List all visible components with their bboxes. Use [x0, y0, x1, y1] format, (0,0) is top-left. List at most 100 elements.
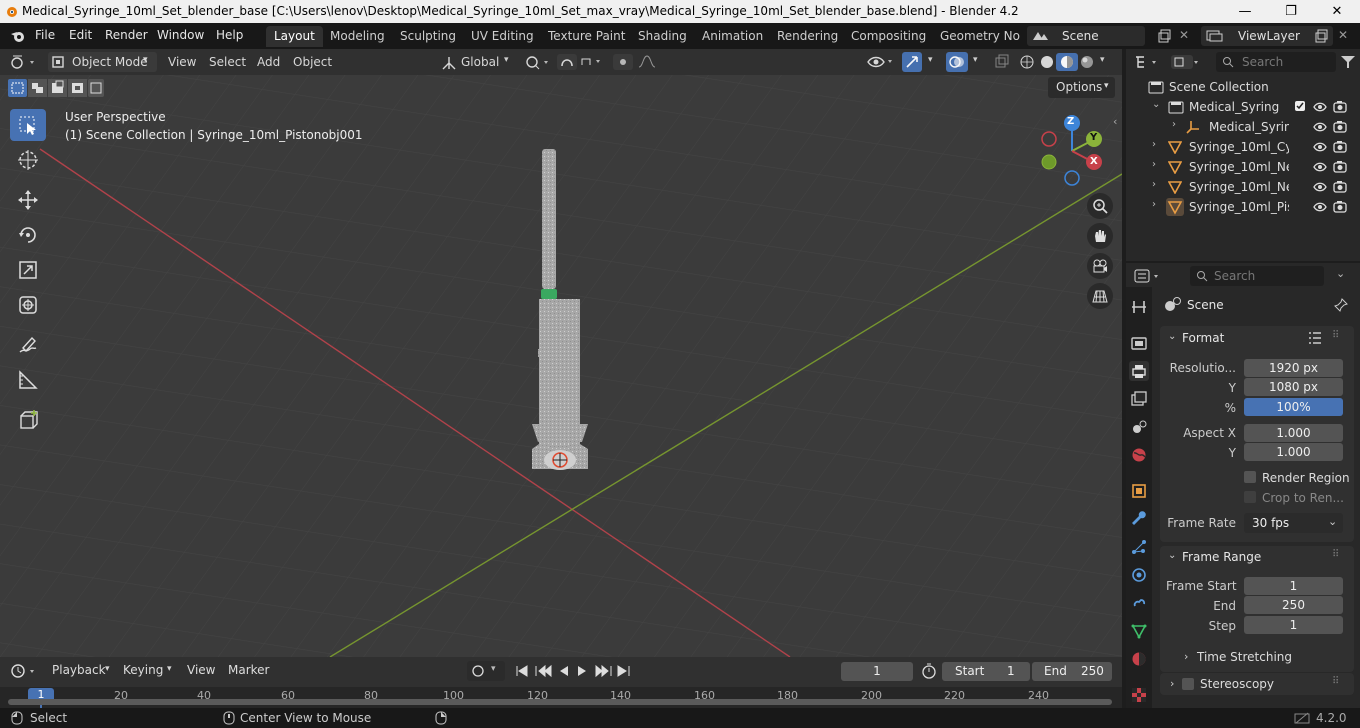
properties-editor-icon[interactable] — [1134, 268, 1164, 284]
tab-material[interactable] — [1129, 649, 1149, 669]
timeline-ruler[interactable]: 1 20 40 60 80 100 120 140 160 180 200 22… — [0, 687, 1122, 708]
resolution-y-field[interactable]: 1080 px — [1244, 378, 1343, 396]
new-view-layer-icon[interactable] — [1314, 29, 1328, 43]
tab-world[interactable] — [1129, 445, 1149, 465]
pan-button[interactable] — [1087, 223, 1113, 249]
outliner-row-scene-collection[interactable]: Scene Collection — [1126, 77, 1360, 97]
scale-tool[interactable] — [10, 254, 46, 286]
menu-edit[interactable]: Edit — [69, 28, 92, 42]
pin-icon[interactable] — [1334, 298, 1348, 312]
sidebar-toggle-icon[interactable]: ‹ — [1113, 115, 1117, 128]
menu-render[interactable]: Render — [105, 28, 148, 42]
eye-icon[interactable] — [1313, 201, 1327, 213]
zoom-button[interactable] — [1087, 193, 1113, 219]
menu-marker[interactable]: Marker — [222, 660, 275, 680]
playback-controls[interactable] — [514, 662, 634, 680]
auto-keying-toggle[interactable]: ▾ — [467, 661, 505, 681]
frame-start-field[interactable]: 1 — [1244, 577, 1343, 595]
cursor-tool[interactable] — [10, 144, 46, 176]
frame-range-header[interactable]: ⌄ Frame Range ⠿ — [1160, 546, 1354, 568]
outliner-row-collection[interactable]: ⌄ Medical_Syringe_1( — [1126, 97, 1360, 117]
tab-particles[interactable] — [1129, 537, 1149, 557]
scene-selector[interactable]: Scene — [1027, 26, 1145, 46]
tab-constraints[interactable] — [1129, 593, 1149, 613]
outliner-editor-icon[interactable] — [1134, 55, 1162, 69]
timeline-editor-icon[interactable] — [10, 663, 40, 679]
editor-type-icon[interactable] — [10, 54, 38, 70]
aspect-x-field[interactable]: 1.000 — [1244, 424, 1343, 442]
close-button[interactable]: ✕ — [1314, 0, 1360, 23]
tab-modeling[interactable]: Modeling — [322, 26, 393, 47]
checkbox-icon[interactable] — [1294, 100, 1306, 112]
menu-keying[interactable]: Keying — [117, 660, 169, 680]
properties-search-input[interactable]: Search — [1190, 266, 1324, 286]
tab-modifiers[interactable] — [1129, 509, 1149, 529]
render-region-checkbox[interactable] — [1244, 471, 1256, 483]
menu-view[interactable]: View — [181, 660, 221, 680]
select-mode-buttons[interactable] — [8, 79, 104, 97]
menu-select[interactable]: Select — [203, 52, 252, 72]
camera-render-icon[interactable] — [1333, 160, 1347, 174]
tab-scene[interactable] — [1129, 417, 1149, 437]
camera-render-icon[interactable] — [1333, 120, 1347, 134]
drag-handle-icon[interactable]: ⠿ — [1332, 549, 1339, 560]
expand-arrow-icon[interactable]: ⌄ — [1152, 99, 1160, 110]
tab-data[interactable] — [1129, 621, 1149, 641]
add-cube-tool[interactable] — [10, 404, 46, 436]
menu-playback[interactable]: Playback — [46, 660, 112, 680]
tab-layout[interactable]: Layout — [266, 26, 323, 47]
start-frame-field[interactable]: Start 1 — [942, 662, 1030, 681]
shading-modes[interactable] — [1017, 53, 1097, 71]
camera-render-icon[interactable] — [1333, 200, 1347, 214]
delete-scene-icon[interactable]: ✕ — [1179, 28, 1189, 42]
chevron-down-icon[interactable]: ⌄ — [1336, 267, 1345, 280]
camera-render-icon[interactable] — [1333, 140, 1347, 154]
mode-dropdown[interactable]: Object Mode ▾ — [48, 52, 157, 72]
measure-tool[interactable] — [10, 364, 46, 396]
transform-orientation-dropdown[interactable]: Global ▾ — [440, 52, 514, 72]
eye-icon[interactable] — [1313, 181, 1327, 193]
tab-sculpting[interactable]: Sculpting — [392, 26, 464, 47]
expand-arrow-icon[interactable]: › — [1152, 199, 1156, 210]
end-frame-field[interactable]: End 250 — [1032, 662, 1112, 681]
resolution-percent-slider[interactable]: 100% — [1244, 398, 1343, 416]
stereoscopy-checkbox[interactable] — [1182, 678, 1194, 690]
tab-texture[interactable] — [1129, 685, 1149, 705]
format-panel-header[interactable]: ⌄ Format ⠿ — [1160, 326, 1354, 350]
expand-arrow-icon[interactable]: › — [1184, 650, 1188, 663]
stopwatch-icon[interactable] — [921, 663, 937, 679]
menu-view[interactable]: View — [162, 52, 202, 72]
tab-rendering[interactable]: Rendering — [769, 26, 846, 47]
timeline-scrollbar[interactable] — [8, 699, 1112, 705]
menu-help[interactable]: Help — [216, 28, 243, 42]
frame-end-field[interactable]: 250 — [1244, 596, 1343, 614]
outliner-row-empty[interactable]: › Medical_Syring — [1126, 117, 1360, 137]
crop-checkbox[interactable] — [1244, 491, 1256, 503]
camera-render-icon[interactable] — [1333, 180, 1347, 194]
maximize-button[interactable]: ❐ — [1268, 0, 1314, 23]
outliner-row-mesh[interactable]: › Syringe_10ml_Neec — [1126, 157, 1360, 177]
tab-tool[interactable] — [1129, 297, 1149, 317]
expand-arrow-icon[interactable]: › — [1152, 139, 1156, 150]
eye-icon[interactable] — [1313, 141, 1327, 153]
tab-shading[interactable]: Shading — [630, 26, 695, 47]
frame-rate-dropdown[interactable]: 30 fps ⌄ — [1244, 513, 1343, 533]
camera-view-button[interactable] — [1087, 253, 1113, 279]
menu-add[interactable]: Add — [251, 52, 286, 72]
blender-menu-icon[interactable] — [10, 29, 26, 43]
chevron-down-icon[interactable]: ▾ — [973, 55, 978, 65]
chevron-down-icon[interactable]: ▾ — [928, 55, 933, 65]
eye-icon[interactable] — [1313, 101, 1327, 113]
chevron-down-icon[interactable]: ▾ — [1100, 55, 1105, 65]
tab-output[interactable] — [1129, 361, 1149, 381]
snap-icon[interactable] — [556, 53, 606, 71]
outliner-row-mesh[interactable]: › Syringe_10ml_Cylir — [1126, 137, 1360, 157]
move-tool[interactable] — [10, 184, 46, 216]
outliner-search-input[interactable]: Search — [1216, 52, 1336, 72]
syringe-model[interactable] — [520, 144, 600, 524]
menu-file[interactable]: File — [35, 28, 55, 42]
expand-arrow-icon[interactable]: › — [1152, 179, 1156, 190]
minimize-button[interactable]: — — [1222, 0, 1268, 23]
new-scene-icon[interactable] — [1157, 29, 1171, 43]
menu-object[interactable]: Object — [287, 52, 338, 72]
